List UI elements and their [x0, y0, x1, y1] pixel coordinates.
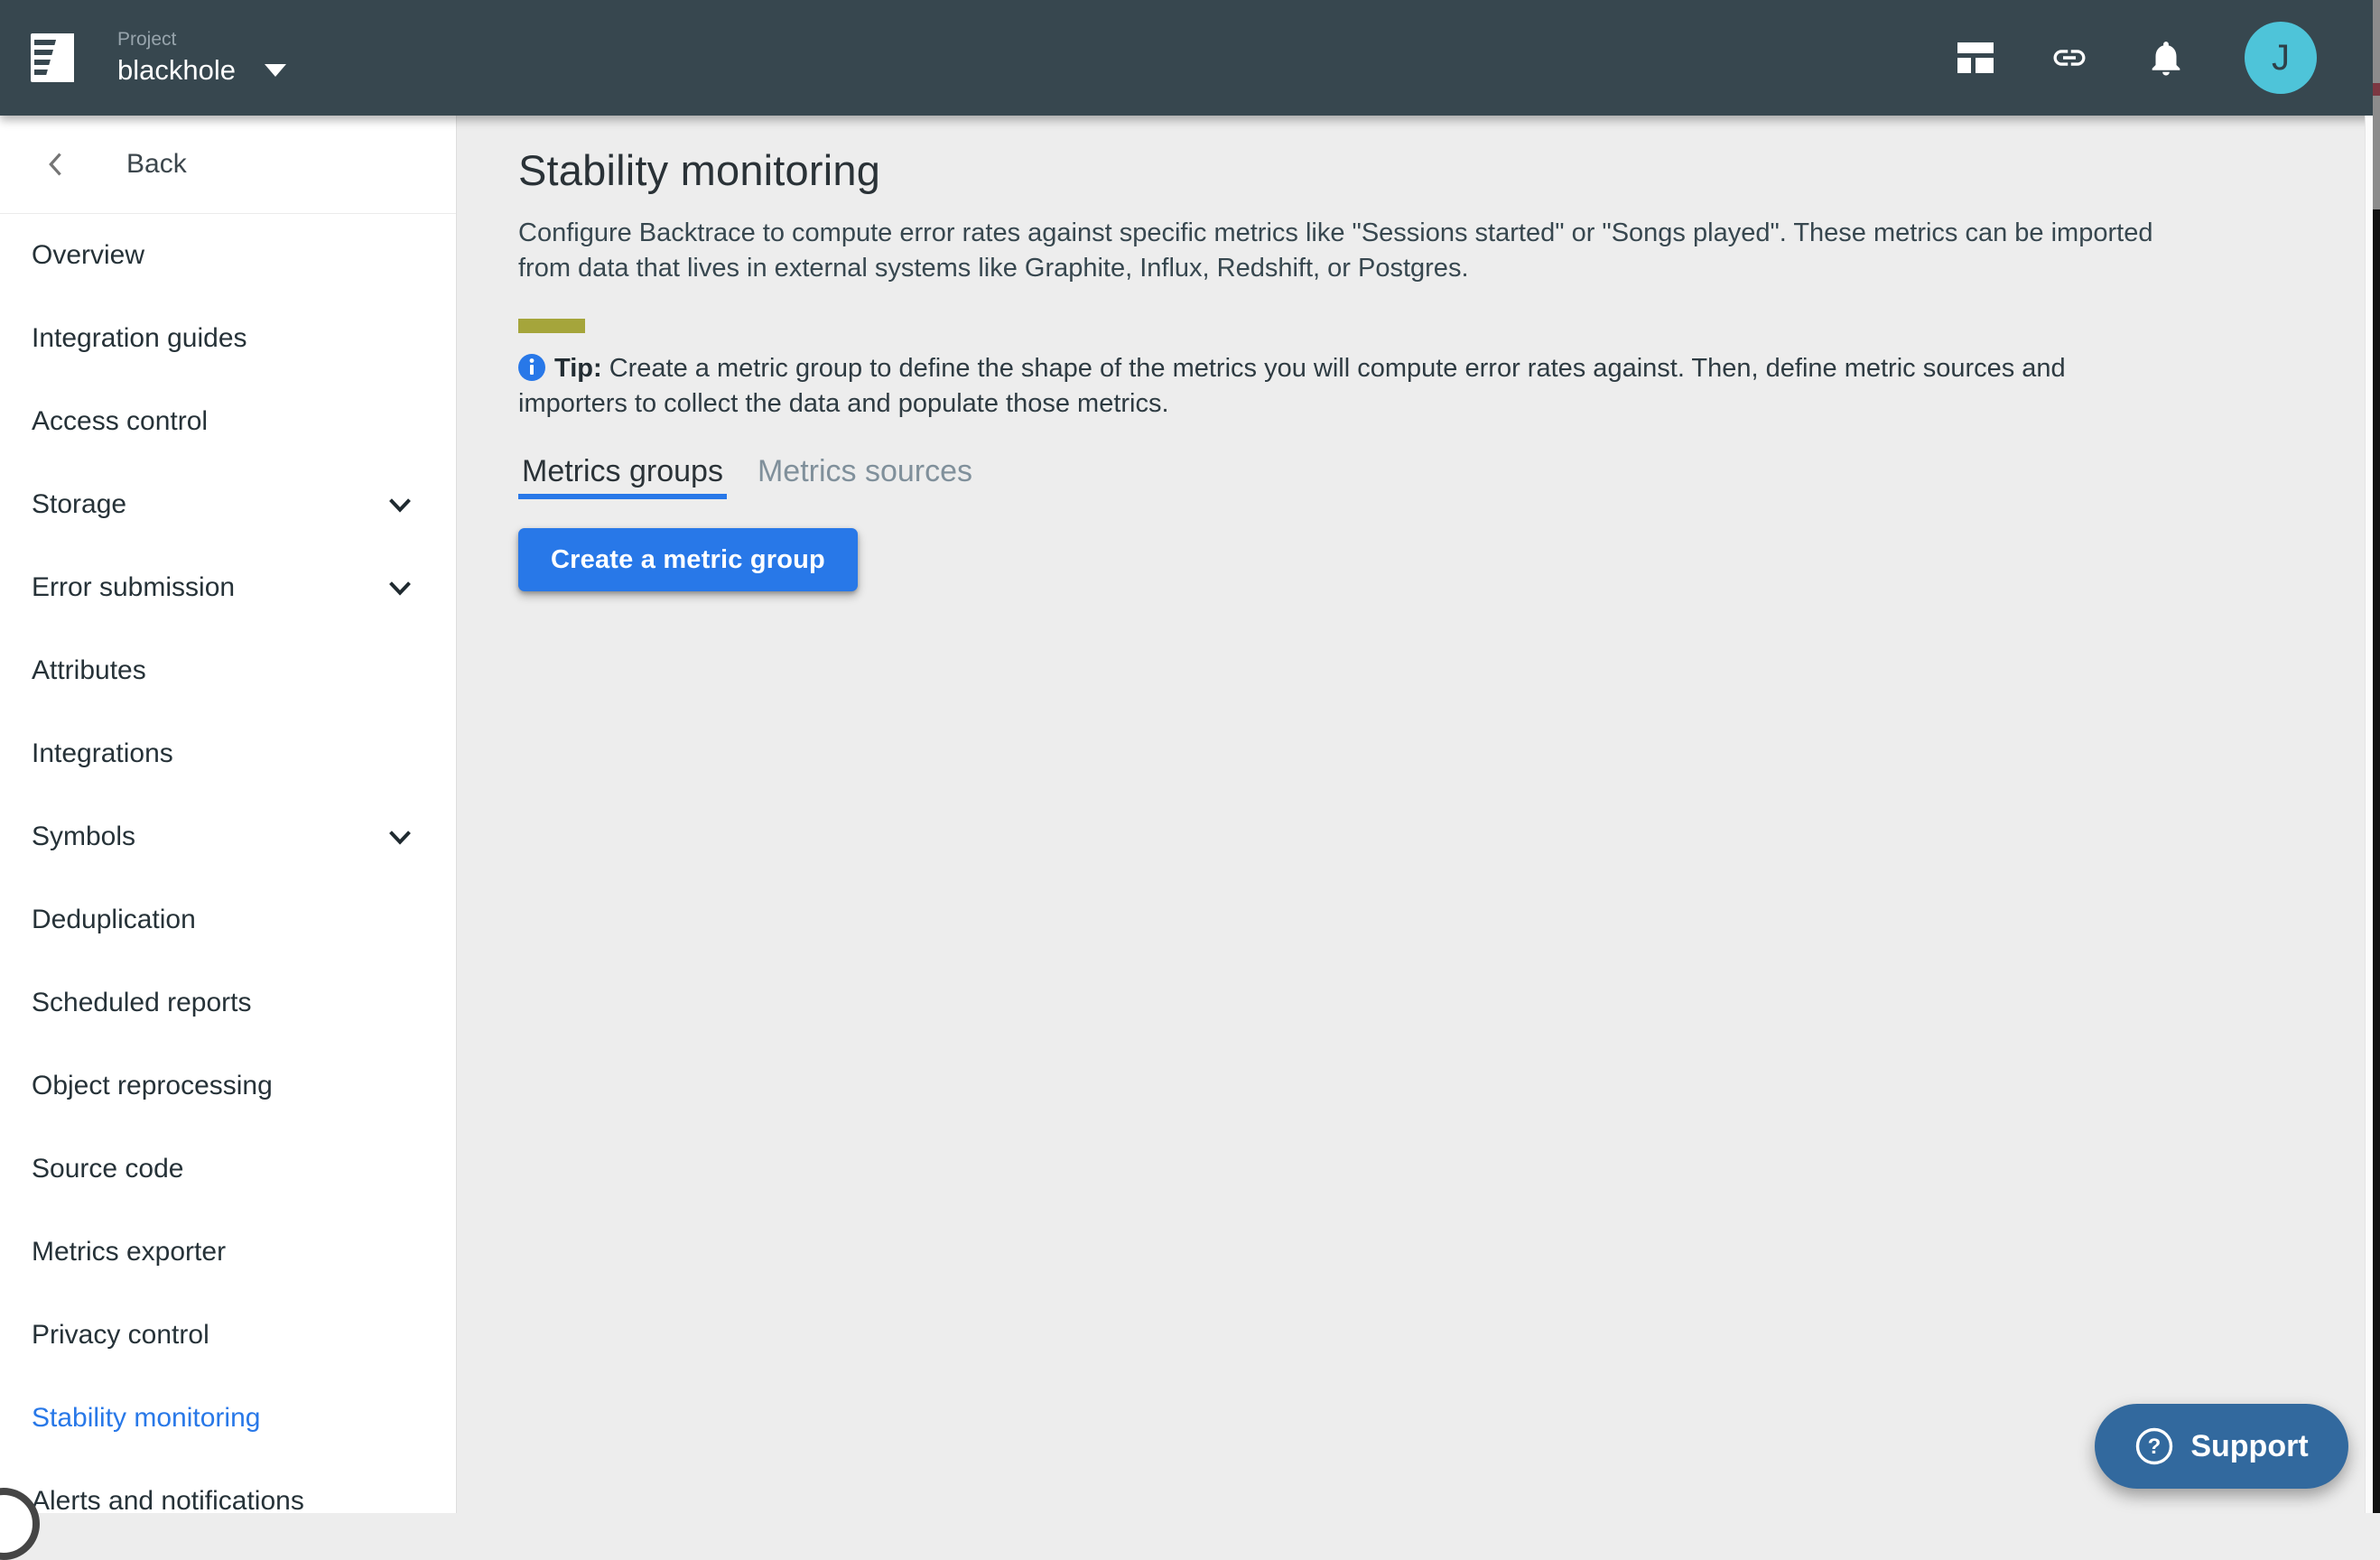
sidebar-item-integration-guides[interactable]: Integration guides [0, 297, 456, 380]
avatar[interactable]: J [2245, 22, 2317, 94]
sidebar-item-attributes[interactable]: Attributes [0, 629, 456, 712]
sidebar-item-alerts-and-notifications[interactable]: Alerts and notifications [0, 1460, 456, 1513]
project-label: Project [117, 30, 286, 49]
sidebar-item-label: Scheduled reports [32, 988, 252, 1018]
sidebar-item-object-reprocessing[interactable]: Object reprocessing [0, 1045, 456, 1128]
back-button[interactable]: Back [0, 116, 456, 214]
sidebar-item-label: Access control [32, 406, 208, 437]
chevron-left-icon [43, 150, 69, 179]
main-content: Stability monitoring Configure Backtrace… [457, 116, 2380, 1513]
sidebar-item-label: Error submission [32, 572, 235, 603]
caret-down-icon [265, 64, 286, 77]
tab-metrics-sources[interactable]: Metrics sources [754, 456, 976, 499]
sidebar-item-error-submission[interactable]: Error submission [0, 546, 456, 629]
sidebar-item-integrations[interactable]: Integrations [0, 712, 456, 795]
sidebar-item-label: Deduplication [32, 905, 196, 935]
help-icon: ? [2134, 1426, 2174, 1466]
notifications-button[interactable] [2145, 37, 2187, 79]
tab-metrics-groups[interactable]: Metrics groups [518, 456, 727, 499]
back-label: Back [126, 149, 187, 180]
sidebar-item-label: Stability monitoring [32, 1403, 260, 1434]
sidebar-item-stability-monitoring[interactable]: Stability monitoring [0, 1377, 456, 1460]
link-icon [2048, 39, 2091, 77]
chevron-down-icon [387, 830, 413, 845]
chevron-down-icon [387, 580, 413, 596]
sidebar-item-label: Storage [32, 489, 126, 520]
project-selector[interactable]: Project blackhole [117, 30, 286, 86]
tip-paragraph: Tip: Create a metric group to define the… [518, 351, 2166, 422]
section-divider [518, 319, 585, 333]
sidebar-item-label: Alerts and notifications [32, 1486, 304, 1513]
support-label: Support [2190, 1429, 2308, 1464]
page-description: Configure Backtrace to compute error rat… [518, 216, 2166, 286]
sidebar-item-label: Attributes [32, 655, 146, 686]
settings-sidebar: Back Overview Integration guides Access co… [0, 116, 457, 1513]
share-link-button[interactable] [2048, 39, 2091, 77]
tip-label: Tip: [554, 354, 602, 383]
page-title: Stability monitoring [518, 147, 2317, 194]
sidebar-item-label: Integration guides [32, 323, 247, 354]
sidebar-item-label: Overview [32, 240, 144, 271]
sidebar-item-label: Object reprocessing [32, 1071, 273, 1101]
sidebar-item-access-control[interactable]: Access control [0, 380, 456, 463]
dashboard-icon [1957, 42, 1994, 73]
support-button[interactable]: ? Support [2095, 1404, 2348, 1489]
sidebar-item-scheduled-reports[interactable]: Scheduled reports [0, 961, 456, 1045]
avatar-initial: J [2272, 38, 2290, 79]
backtrace-logo-icon [31, 33, 74, 82]
sidebar-item-source-code[interactable]: Source code [0, 1128, 456, 1211]
sidebar-item-deduplication[interactable]: Deduplication [0, 878, 456, 961]
screen-edge-maroon [2373, 83, 2380, 96]
sidebar-item-overview[interactable]: Overview [0, 214, 456, 297]
svg-text:?: ? [2148, 1435, 2162, 1459]
top-app-bar: Project blackhole J [0, 0, 2380, 116]
sidebar-item-label: Symbols [32, 822, 135, 852]
tabs: Metrics groups Metrics sources [518, 456, 2317, 499]
sidebar-item-label: Metrics exporter [32, 1237, 226, 1268]
sidebar-item-privacy-control[interactable]: Privacy control [0, 1294, 456, 1377]
sidebar-item-label: Integrations [32, 738, 173, 769]
screen-edge-artifact [2373, 0, 2380, 1513]
backtrace-logo[interactable] [31, 33, 74, 82]
dashboard-button[interactable] [1957, 42, 1994, 73]
info-icon [518, 354, 545, 381]
sidebar-item-symbols[interactable]: Symbols [0, 795, 456, 878]
settings-nav: Overview Integration guides Access control… [0, 214, 456, 1513]
sidebar-item-storage[interactable]: Storage [0, 463, 456, 546]
sidebar-item-label: Source code [32, 1154, 183, 1184]
chevron-down-icon [387, 497, 413, 513]
project-name: blackhole [117, 55, 236, 86]
sidebar-item-label: Privacy control [32, 1320, 209, 1351]
screen-edge-gray [2373, 0, 2380, 209]
sidebar-item-metrics-exporter[interactable]: Metrics exporter [0, 1211, 456, 1294]
page-scrollbar-track[interactable] [2365, 116, 2373, 1513]
tip-text: Create a metric group to define the shap… [518, 354, 2066, 418]
bell-icon [2145, 37, 2187, 79]
topbar-actions: J [1957, 22, 2317, 94]
create-metric-group-button[interactable]: Create a metric group [518, 528, 858, 591]
